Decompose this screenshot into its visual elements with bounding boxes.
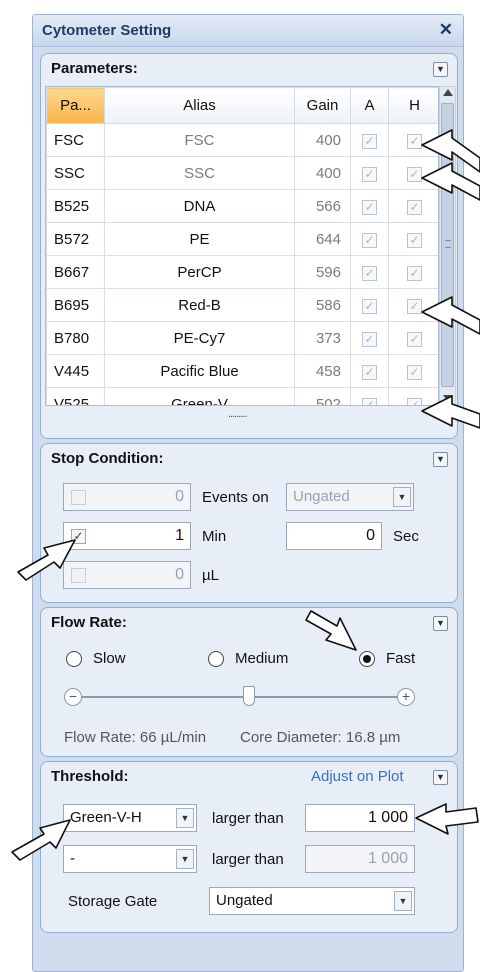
arrow-icon: [415, 803, 479, 835]
arrow-icon: [305, 610, 357, 651]
arrow-icon: [17, 539, 76, 581]
arrow-icon: [421, 162, 480, 201]
annotation-arrows: [11, 129, 480, 861]
arrow-icon: [421, 395, 480, 429]
arrow-icon: [421, 296, 480, 335]
arrow-icon: [11, 819, 71, 861]
